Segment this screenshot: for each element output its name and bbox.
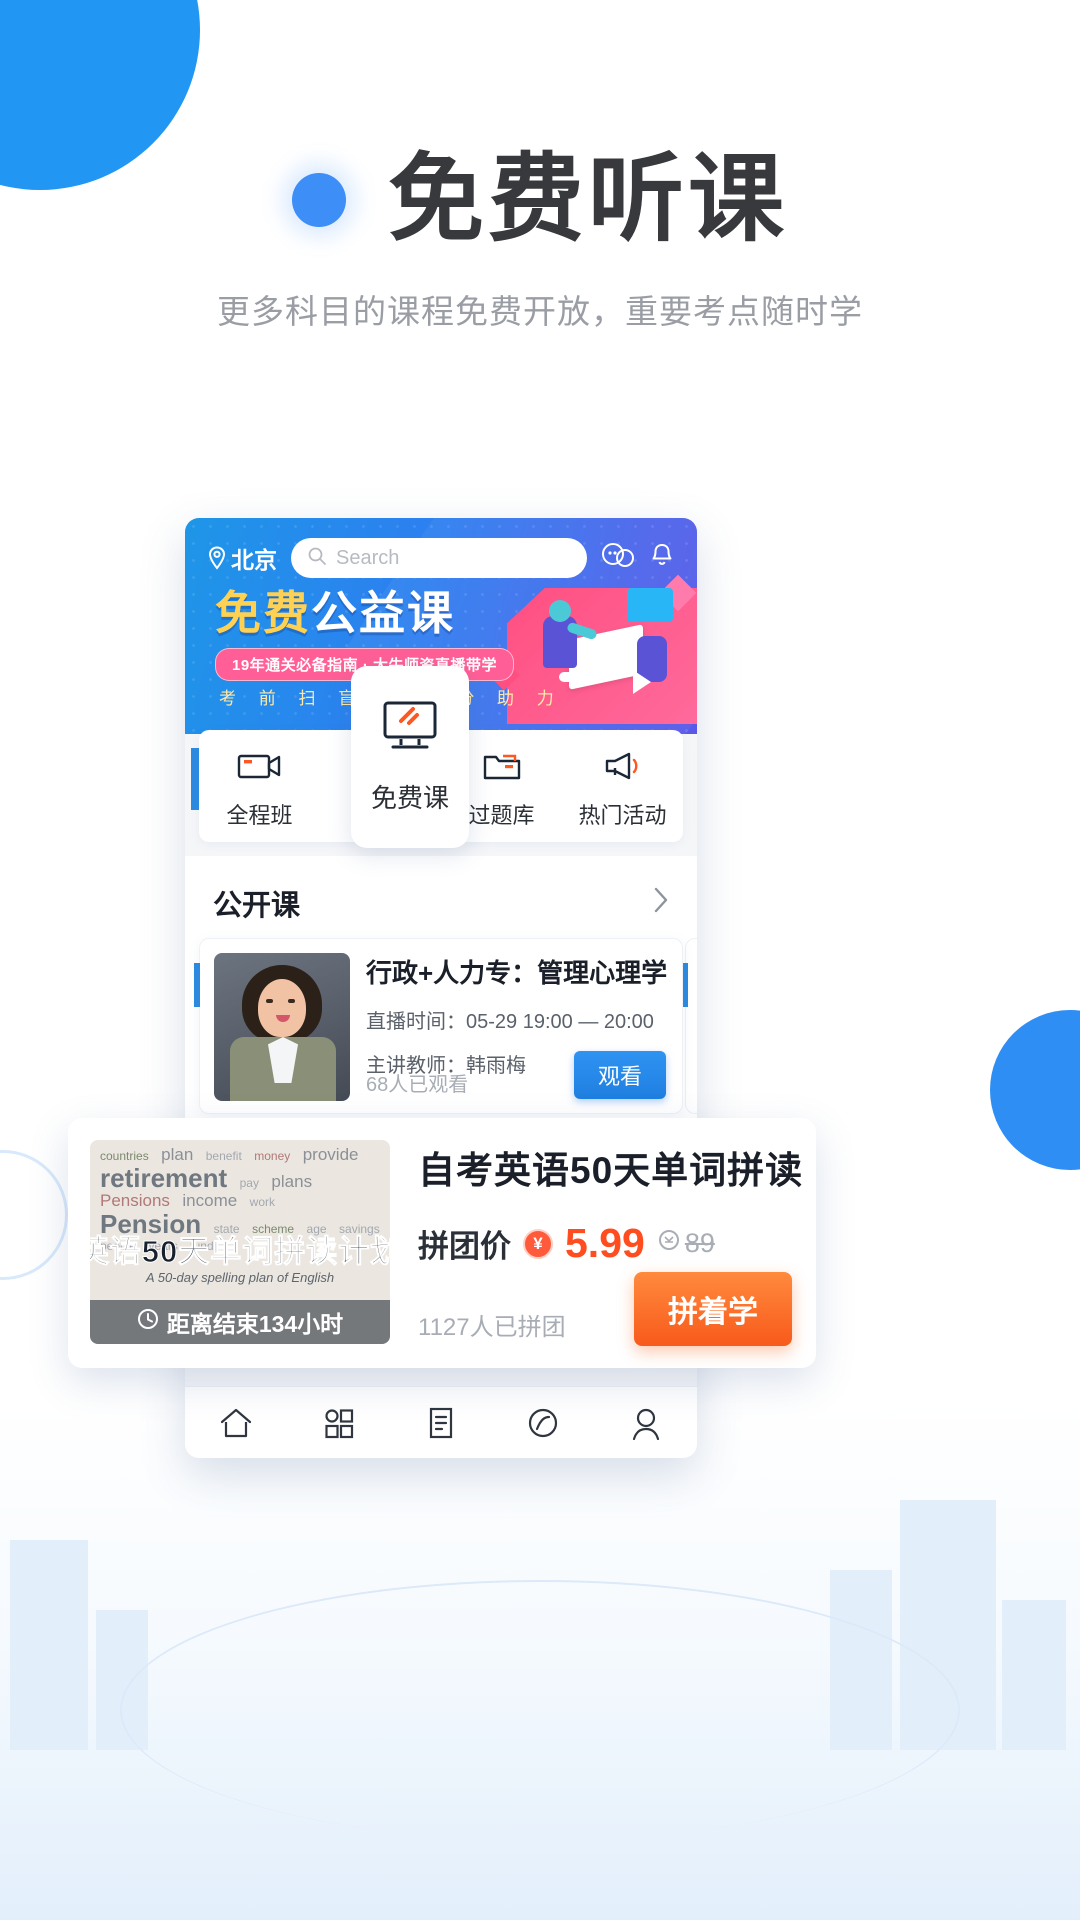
monitor-icon: [379, 699, 441, 758]
banner-title-highlight: 免费: [215, 587, 311, 639]
course-teacher-value: 韩雨梅: [466, 1055, 526, 1077]
promo-title: 自考英语50天单词拼读: [418, 1150, 804, 1191]
promo-band-text: 英语50天单词拼读计划: [90, 1233, 390, 1269]
chevron-right-icon[interactable]: [653, 886, 669, 921]
tab-profile[interactable]: [595, 1406, 697, 1440]
clock-icon: [137, 1308, 159, 1336]
decor-building: [10, 1540, 88, 1750]
wc-word: Pensions: [100, 1191, 170, 1211]
quick-nav-row: 全程班 免费课 过题库 热门活动 免费课: [191, 666, 683, 848]
promo-price-label: 拼团价: [418, 1229, 511, 1264]
section-header-public-class: 公开课: [185, 856, 697, 938]
banner-person-shoe: [559, 672, 585, 682]
megaphone-icon: [562, 742, 683, 790]
chat-bubbles-icon[interactable]: [601, 542, 635, 575]
promo-price-row: 拼团价 ¥ 5.99 89: [418, 1220, 794, 1267]
promo-countdown-text: 距离结束134小时: [166, 1311, 344, 1337]
promo-english-subtitle: A 50-day spelling plan of English: [145, 1270, 335, 1285]
sidebar-item-hot-activity[interactable]: 热门活动: [562, 742, 683, 830]
page-header: 免费听课 更多科目的课程免费开放，重要考点随时学: [0, 146, 1080, 333]
tab-home[interactable]: [185, 1406, 287, 1440]
coin-gray-icon: [657, 1228, 681, 1259]
decor-arc: [120, 1580, 960, 1840]
title-row: 免费听课: [0, 146, 1080, 253]
compass-icon: [529, 1408, 558, 1437]
avatar-eye: [266, 999, 273, 1003]
wc-word: retirement: [100, 1162, 228, 1193]
course-watch-count: 68人已观看: [366, 1074, 469, 1096]
bullet-dot-icon: [292, 173, 346, 228]
decor-building: [1002, 1600, 1066, 1750]
banner-play-triangle: [633, 670, 651, 694]
teacher-avatar: [214, 953, 350, 1101]
promo-price-new: 5.99: [565, 1220, 645, 1266]
wc-word: countries: [100, 1149, 149, 1163]
page-subtitle: 更多科目的课程免费开放，重要考点随时学: [217, 292, 863, 330]
sidebar-item-free-class[interactable]: 免费课: [351, 666, 469, 848]
banner-screen: [627, 588, 673, 622]
tab-discover[interactable]: [492, 1406, 594, 1440]
home-icon: [221, 1408, 252, 1437]
promo-group-count: 1127人已拼团: [418, 1314, 566, 1341]
wc-word: pay: [239, 1175, 259, 1190]
wc-word: money: [254, 1149, 291, 1163]
banner-title: 免费公益课: [215, 590, 455, 636]
join-group-button[interactable]: 拼着学: [634, 1272, 792, 1346]
course-time: 直播时间：05-29 19:00 — 20:00: [366, 1005, 668, 1034]
promo-price-old-value: 89: [684, 1228, 715, 1258]
promo-thumbnail: countries plan benefit money provide ret…: [90, 1140, 390, 1344]
promo-countdown: 距离结束134小时: [90, 1300, 390, 1344]
sidebar-item-full-class[interactable]: 全程班: [199, 742, 320, 830]
tab-categories[interactable]: [287, 1406, 389, 1440]
wc-word: work: [249, 1195, 275, 1210]
watch-button[interactable]: 观看: [573, 1051, 666, 1099]
nav-label: 热门活动: [578, 803, 667, 828]
search-icon: [307, 546, 327, 571]
location-selector[interactable]: 北京: [207, 541, 277, 575]
promo-price-old: 89: [657, 1228, 715, 1259]
avatar-face: [258, 979, 306, 1037]
course-title: 行政+人力专：管理心理学: [366, 958, 668, 988]
document-icon: [429, 1407, 453, 1438]
grid-icon: [325, 1408, 353, 1438]
course-card[interactable]: 行政+人力专：管理心理学 直播时间：05-29 19:00 — 20:00 主讲…: [194, 938, 683, 1114]
course-info: 行政+人力专：管理心理学 直播时间：05-29 19:00 — 20:00 主讲…: [366, 953, 668, 1099]
bottom-tabbar: [185, 1386, 697, 1458]
promo-info: 自考英语50天单词拼读 拼团价 ¥ 5.99 89 1127人已拼团 拼着学: [418, 1140, 804, 1346]
search-input[interactable]: Search: [291, 538, 587, 578]
coin-icon: ¥: [523, 1228, 553, 1259]
promo-band: 英语50天单词拼读计划: [90, 1226, 390, 1270]
tab-documents[interactable]: [390, 1406, 492, 1440]
decor-circle-right: [990, 1010, 1080, 1170]
wc-word: plans: [271, 1171, 313, 1191]
course-time-label: 直播时间：: [366, 1011, 466, 1033]
video-camera-icon: [199, 742, 320, 790]
location-label: 北京: [231, 547, 277, 573]
wc-word: provide: [302, 1145, 359, 1164]
wc-word: benefit: [205, 1149, 242, 1163]
avatar-eye: [288, 999, 295, 1003]
course-card-next-peek[interactable]: [682, 938, 697, 1114]
section-title: 公开课: [213, 890, 301, 922]
decor-ring-left: [0, 1150, 68, 1280]
nav-label: 全程班: [226, 803, 293, 828]
search-placeholder: Search: [336, 546, 400, 569]
wc-word: income: [182, 1191, 238, 1211]
app-topbar: 北京 Search: [185, 518, 697, 578]
banner-title-rest: 公益课: [311, 587, 455, 639]
bell-icon[interactable]: [649, 542, 675, 575]
promo-card[interactable]: countries plan benefit money provide ret…: [68, 1118, 816, 1368]
course-time-value: 05-29 19:00 — 20:00: [466, 1011, 654, 1033]
wc-word: plan: [161, 1145, 194, 1164]
banner-person-head: [549, 600, 571, 622]
page-title: 免费听课: [388, 146, 788, 253]
course-list: 行政+人力专：管理心理学 直播时间：05-29 19:00 — 20:00 主讲…: [185, 938, 697, 1134]
person-icon: [632, 1408, 659, 1440]
free-class-label: 免费课: [370, 783, 449, 813]
map-pin-icon: [207, 546, 227, 570]
